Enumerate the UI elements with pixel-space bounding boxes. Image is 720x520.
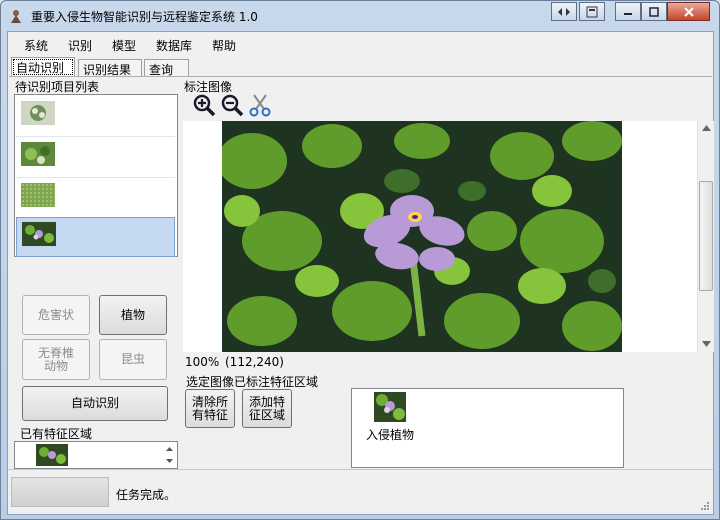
scroll-up-icon[interactable] — [702, 125, 711, 131]
tab-auto-recognize[interactable]: 自动识别 — [11, 57, 75, 77]
zoom-out-icon[interactable] — [220, 93, 244, 117]
switch-view-button[interactable] — [551, 2, 577, 21]
spinner-arrows-icon — [166, 447, 173, 463]
maximize-button[interactable] — [641, 2, 667, 21]
arrows-icon — [558, 7, 570, 16]
menu-help[interactable]: 帮助 — [212, 37, 236, 54]
list-item-selected[interactable] — [16, 217, 175, 257]
zoom-level: 100% — [185, 355, 220, 369]
pending-items-list[interactable] — [14, 94, 178, 257]
features-spinner[interactable] — [162, 442, 177, 468]
existing-features-title: 已有特征区域 — [20, 427, 93, 441]
pending-list-title: 待识别项目列表 — [15, 80, 100, 94]
status-message: 任务完成。 — [116, 488, 177, 502]
feature-regions-panel[interactable]: 入侵植物 — [351, 388, 624, 468]
list-item[interactable] — [16, 97, 175, 137]
selected-features-title: 选定图像已标注特征区域 — [186, 375, 319, 389]
invertebrate-button[interactable]: 无脊椎动物 — [22, 339, 90, 380]
tab-recognition-results[interactable]: 识别结果 — [78, 59, 142, 77]
menu-recognize[interactable]: 识别 — [68, 37, 92, 54]
close-icon — [683, 6, 694, 17]
image-status-strip: 100% (112,240) — [183, 353, 713, 372]
scroll-thumb[interactable] — [699, 181, 713, 291]
window-title: 重要入侵生物智能识别与远程鉴定系统 1.0 — [31, 10, 258, 24]
existing-features-list[interactable] — [14, 441, 178, 469]
menu-bar: 系统 识别 模型 数据库 帮助 — [8, 32, 713, 56]
status-bar: 任务完成。 — [8, 469, 713, 514]
maximize-icon — [649, 6, 659, 17]
plant-thumb-1 — [21, 101, 55, 125]
add-feature-region-button[interactable]: 添加特征区域 — [242, 389, 292, 428]
plant-thumb-2 — [21, 142, 55, 166]
insect-button[interactable]: 昆虫 — [99, 339, 167, 380]
scroll-down-icon[interactable] — [702, 341, 711, 347]
water-hyacinth-thumb — [22, 222, 56, 246]
feature-thumb — [36, 444, 68, 466]
resize-grip-icon[interactable] — [700, 501, 710, 511]
task-progress-bar — [11, 477, 109, 507]
minimize-button[interactable] — [615, 2, 641, 21]
damage-button[interactable]: 危害状 — [22, 295, 90, 335]
zoom-in-icon[interactable] — [192, 93, 216, 117]
menu-system[interactable]: 系统 — [24, 37, 48, 54]
menu-model[interactable]: 模型 — [112, 37, 136, 54]
window-icon — [586, 6, 598, 17]
clear-features-button[interactable]: 清除所有特征 — [185, 389, 235, 428]
plant-button[interactable]: 植物 — [99, 295, 167, 335]
app-icon — [11, 10, 21, 23]
tab-query[interactable]: 查询 — [144, 59, 189, 77]
title-bar[interactable]: 重要入侵生物智能识别与远程鉴定系统 1.0 — [1, 1, 719, 31]
image-canvas[interactable] — [183, 121, 697, 352]
client-area: 系统 识别 模型 数据库 帮助 自动识别 识别结果 查询 待识别项目列表 危害状… — [7, 31, 714, 515]
scissors-icon[interactable] — [248, 93, 272, 117]
menu-database[interactable]: 数据库 — [156, 37, 192, 54]
close-button[interactable] — [667, 2, 710, 21]
minimize-icon — [624, 12, 632, 15]
help-window-button[interactable] — [579, 2, 605, 21]
water-hyacinth-image — [222, 121, 622, 352]
image-vertical-scrollbar[interactable] — [697, 121, 714, 352]
list-item[interactable] — [16, 179, 175, 219]
feature-region-label: 入侵植物 — [366, 428, 415, 442]
plant-thumb-3 — [21, 183, 55, 207]
list-item[interactable] — [16, 138, 175, 178]
cursor-coordinates: (112,240) — [225, 355, 284, 369]
auto-recognize-button[interactable]: 自动识别 — [22, 386, 168, 421]
app-window: 重要入侵生物智能识别与远程鉴定系统 1.0 系统 识别 模型 数据库 帮助 自动… — [0, 0, 720, 520]
feature-region-thumb[interactable] — [374, 392, 406, 422]
